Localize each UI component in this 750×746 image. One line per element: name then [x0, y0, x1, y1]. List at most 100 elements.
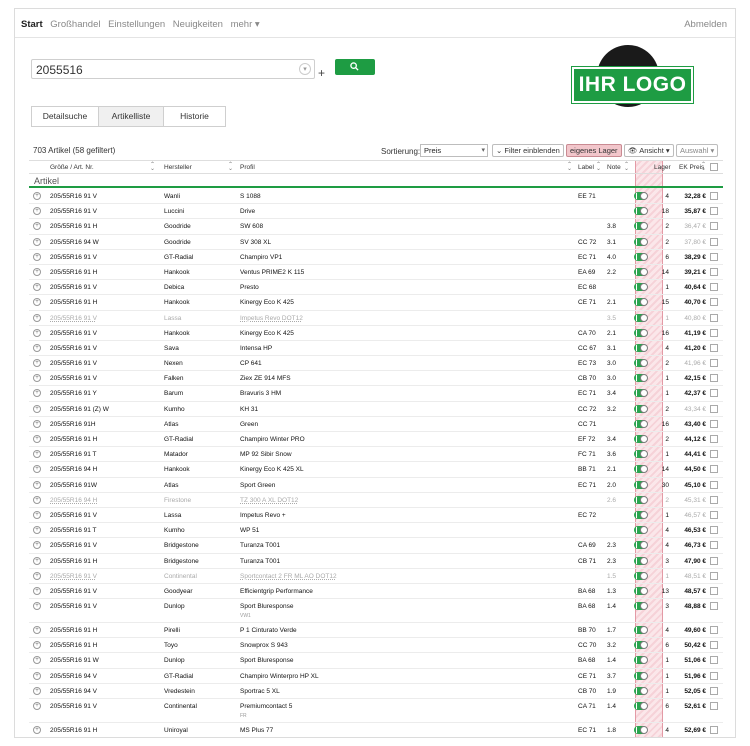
tire-size[interactable]: 205/55R16 91 V — [50, 573, 97, 580]
row-checkbox[interactable] — [710, 343, 718, 352]
add-to-cart-icon[interactable]: + — [33, 252, 41, 261]
table-row[interactable]: +205/55R16 91 V Goodyear Efficientgrip Per… — [29, 584, 723, 600]
add-to-cart-icon[interactable]: + — [33, 671, 41, 680]
stock-toggle-icon[interactable] — [634, 298, 648, 307]
table-row[interactable]: +205/55R16 91 V Lassa Impetus Revo + EC 72 1… — [29, 508, 723, 524]
tire-profile[interactable]: Turanza T001 — [240, 558, 280, 565]
table-row[interactable]: +205/55R16 91 H GT-Radial Champiro Winter … — [29, 432, 723, 448]
row-checkbox[interactable] — [710, 556, 718, 565]
row-checkbox[interactable] — [710, 686, 718, 695]
row-checkbox[interactable] — [710, 419, 718, 428]
row-checkbox[interactable] — [710, 313, 718, 322]
tire-profile[interactable]: Presto — [240, 284, 259, 291]
add-to-cart-icon[interactable]: + — [33, 571, 41, 580]
sort-icon[interactable]: ⌃ ⌄ — [596, 162, 601, 172]
add-to-cart-icon[interactable]: + — [33, 328, 41, 337]
logout-link[interactable]: Abmelden — [684, 19, 727, 30]
stock-toggle-icon[interactable] — [634, 237, 648, 246]
row-checkbox[interactable] — [710, 450, 718, 459]
col-label[interactable]: Label — [578, 164, 594, 171]
stock-toggle-icon[interactable] — [634, 571, 648, 580]
nav-einstellungen[interactable]: Einstellungen — [108, 19, 165, 30]
add-to-cart-icon[interactable]: + — [33, 510, 41, 519]
table-row[interactable]: +205/55R16 91 (Z) W Kumho KH 31 CC 72 3.2 2 43… — [29, 402, 723, 417]
table-row[interactable]: +205/55R16 91 V Luccini Drive 18 35,87 € — [29, 204, 723, 220]
table-row[interactable]: +205/55R16 94 H Hankook Kinergy Eco K 425 … — [29, 462, 723, 478]
sort-icon[interactable]: ⌃ ⌄ — [567, 162, 572, 172]
stock-toggle-icon[interactable] — [634, 602, 648, 611]
tire-size[interactable]: 205/55R16 91 H — [50, 269, 97, 276]
row-checkbox[interactable] — [710, 541, 718, 550]
sort-icon[interactable]: ⌃ ⌄ — [150, 162, 155, 172]
stock-toggle-icon[interactable] — [634, 313, 648, 322]
table-row[interactable]: +205/55R16 94 W Goodride SV 308 XL CC 72 3.1… — [29, 235, 723, 250]
tire-size[interactable]: 205/55R16 91 V — [50, 703, 97, 710]
tire-profile[interactable]: Kinergy Eco K 425 — [240, 299, 294, 306]
tire-size[interactable]: 205/55R16 91 H — [50, 727, 97, 734]
add-to-cart-icon[interactable]: + — [33, 465, 41, 474]
tire-profile[interactable]: Sportcontact 2 FR ML AO DOT12 — [240, 573, 337, 580]
stock-toggle-icon[interactable] — [634, 207, 648, 216]
col-size[interactable]: Größe / Art. Nr. — [50, 164, 94, 171]
nav-start[interactable]: Start — [21, 19, 43, 30]
tire-size[interactable]: 205/55R16 91 V — [50, 375, 97, 382]
tire-profile[interactable]: MS Plus 77 — [240, 727, 273, 734]
tire-size[interactable]: 205/55R16 94 H — [50, 466, 97, 473]
tire-size[interactable]: 205/55R16 91 V — [50, 542, 97, 549]
table-row[interactable]: +205/55R16 91 V Continental Premiumcontact… — [29, 699, 723, 723]
stock-toggle-icon[interactable] — [634, 267, 648, 276]
table-row[interactable]: +205/55R16 91 V Lassa Impetus Revo DOT12 3.… — [29, 311, 723, 326]
row-checkbox[interactable] — [710, 359, 718, 368]
col-lager[interactable]: Lager — [654, 164, 671, 171]
tire-size[interactable]: 205/55R16 91 V — [50, 330, 97, 337]
tire-profile[interactable]: Champiro VP1 — [240, 254, 282, 261]
row-checkbox[interactable] — [710, 237, 718, 246]
table-row[interactable]: +205/55R16 91 V GT-Radial Champiro VP1 EC 7… — [29, 250, 723, 265]
row-checkbox[interactable] — [710, 435, 718, 443]
stock-toggle-icon[interactable] — [634, 419, 648, 428]
add-to-cart-icon[interactable]: + — [33, 726, 41, 734]
table-row[interactable]: +205/55R16 91 V Nexen CP 641 EC 73 3.0 2 41,96… — [29, 356, 723, 372]
add-to-cart-icon[interactable]: + — [33, 267, 41, 276]
tire-size[interactable]: 205/55R16 91 W — [50, 657, 99, 664]
row-checkbox[interactable] — [710, 602, 718, 611]
tire-size[interactable]: 205/55R16 91 V — [50, 208, 97, 215]
table-row[interactable]: +205/55R16 91 H Toyo Snowprox S 943 CC 70 3.… — [29, 638, 723, 654]
row-checkbox[interactable] — [710, 207, 718, 216]
tire-size[interactable]: 205/55R16 91 H — [50, 436, 97, 443]
add-to-cart-icon[interactable]: + — [33, 450, 41, 459]
own-stock-button[interactable]: eigenes Lager — [566, 144, 622, 157]
row-checkbox[interactable] — [710, 328, 718, 337]
stock-toggle-icon[interactable] — [634, 641, 648, 650]
row-checkbox[interactable] — [710, 480, 718, 489]
stock-toggle-icon[interactable] — [634, 359, 648, 368]
add-to-cart-icon[interactable]: + — [33, 222, 41, 231]
stock-toggle-icon[interactable] — [634, 686, 648, 695]
tire-profile[interactable]: Drive — [240, 208, 255, 215]
stock-toggle-icon[interactable] — [634, 343, 648, 352]
table-row[interactable]: +205/55R16 91 Y Barum Bravuris 3 HM EC 71 3.… — [29, 386, 723, 402]
tire-size[interactable]: 205/55R16 91 T — [50, 527, 97, 534]
tire-size[interactable]: 205/55R16 94 V — [50, 673, 97, 680]
stock-toggle-icon[interactable] — [634, 222, 648, 231]
stock-toggle-icon[interactable] — [634, 556, 648, 565]
tire-profile[interactable]: Sport Bluresponse — [240, 603, 293, 610]
table-row[interactable]: +205/55R16 91 H Uniroyal MS Plus 77 EC 71 1.… — [29, 723, 723, 737]
row-checkbox[interactable] — [710, 671, 718, 680]
add-to-cart-icon[interactable]: + — [33, 389, 41, 398]
add-to-cart-icon[interactable]: + — [33, 495, 41, 504]
view-button[interactable]: 👁 Ansicht ▾ — [624, 144, 674, 157]
select-all-checkbox[interactable] — [710, 163, 718, 171]
table-row[interactable]: +205/55R16 94 H Firestone TZ 300 A XL DOT1… — [29, 493, 723, 508]
add-to-cart-icon[interactable]: + — [33, 374, 41, 383]
add-to-cart-icon[interactable]: + — [33, 702, 41, 710]
add-to-cart-icon[interactable]: + — [33, 556, 41, 565]
tire-size[interactable]: 205/55R16 91 V — [50, 345, 97, 352]
add-to-cart-icon[interactable]: + — [33, 686, 41, 695]
tire-profile[interactable]: P 1 Cinturato Verde — [240, 627, 297, 634]
tire-profile[interactable]: Impetus Revo + — [240, 512, 286, 519]
tire-profile[interactable]: Champiro Winter PRO — [240, 436, 305, 443]
add-to-cart-icon[interactable]: + — [33, 343, 41, 352]
add-to-cart-icon[interactable]: + — [33, 480, 41, 489]
table-row[interactable]: +205/55R16 91 H Pirelli P 1 Cinturato Verd… — [29, 623, 723, 639]
